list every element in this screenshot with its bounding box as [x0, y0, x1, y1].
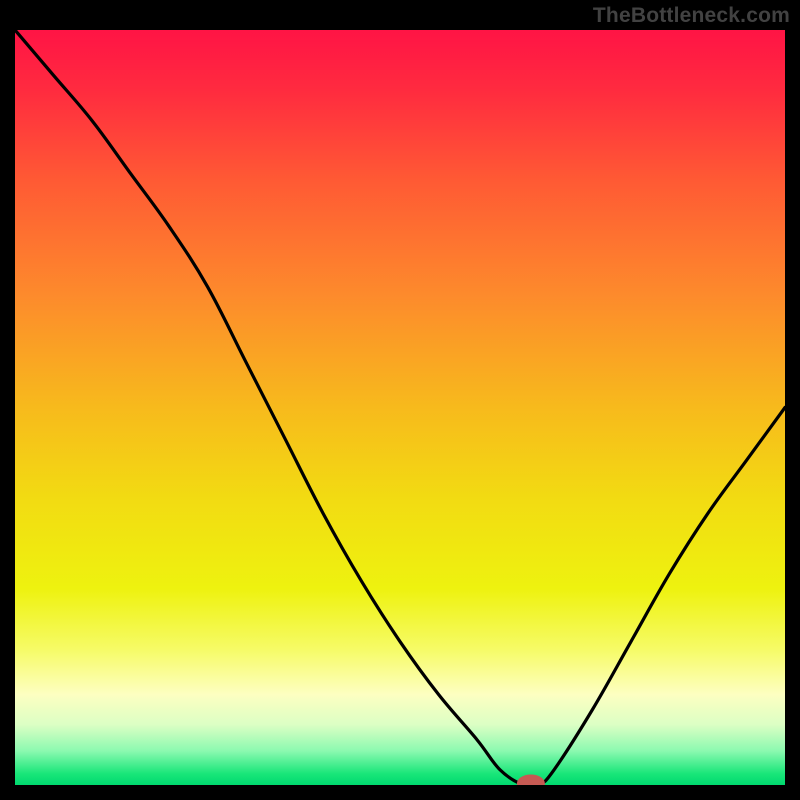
- bottleneck-chart: [15, 30, 785, 785]
- plot-area: [15, 30, 785, 785]
- gradient-background: [15, 30, 785, 785]
- chart-frame: TheBottleneck.com: [0, 0, 800, 800]
- attribution-text: TheBottleneck.com: [593, 4, 790, 28]
